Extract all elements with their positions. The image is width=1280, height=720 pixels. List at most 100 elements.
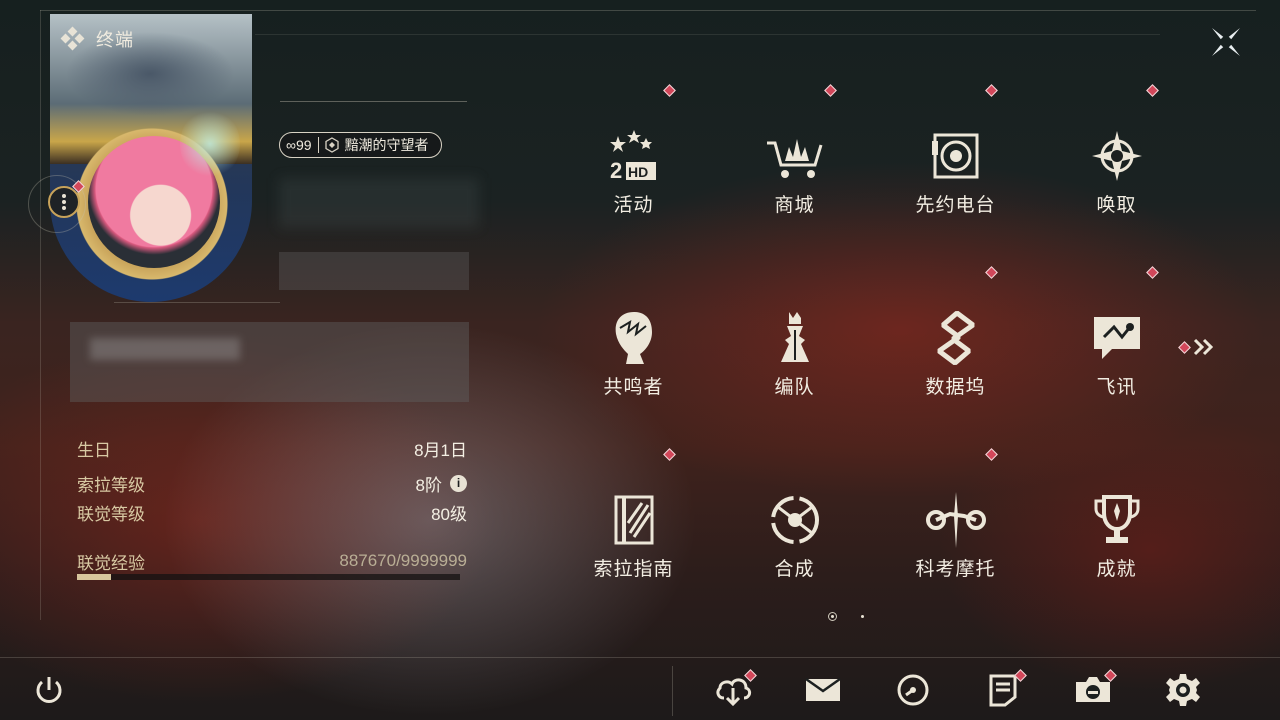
message-chat-icon	[1085, 306, 1149, 370]
svg-text:HD: HD	[628, 164, 648, 180]
notification-badge	[985, 84, 998, 97]
close-button[interactable]	[1206, 22, 1246, 62]
mail-icon	[805, 677, 841, 701]
page-title: 终端	[96, 30, 134, 50]
frame-top-line	[40, 10, 1256, 11]
frame-inner-line	[255, 34, 1160, 35]
more-vertical-icon	[62, 194, 66, 210]
notification-badge	[663, 84, 676, 97]
menu-label: 索拉指南	[593, 559, 674, 580]
bottom-bar-divider	[0, 657, 1280, 658]
menu-tile-message[interactable]: 飞讯	[1036, 266, 1197, 450]
menu-label: 先约电台	[915, 195, 996, 216]
menu-tile-resonator[interactable]: 共鸣者	[553, 270, 714, 450]
event-2hd-icon: 2 HD	[602, 124, 666, 188]
cloud-download-icon	[716, 678, 752, 706]
name-underline	[280, 101, 467, 102]
blurred-signature-text	[90, 338, 240, 360]
profile-badge[interactable]: ∞99 黯潮的守望者	[279, 132, 442, 158]
title-badge: 黯潮的守望者	[344, 137, 429, 153]
badge-separator	[317, 137, 319, 153]
menu-label: 共鸣者	[603, 377, 664, 398]
convene-star-icon	[1085, 124, 1149, 188]
trophy-icon	[1085, 488, 1149, 552]
stat-sola-level: 索拉等级 8阶 i	[77, 471, 467, 495]
next-page-button[interactable]	[1178, 338, 1215, 356]
notice-button[interactable]	[984, 669, 1027, 709]
menu-label: 商城	[774, 195, 815, 216]
stat-union-level: 联觉等级 80级	[77, 500, 467, 524]
bottom-bar-separator	[672, 666, 673, 716]
clock-icon	[897, 674, 929, 706]
stat-value-group: 8阶 i	[416, 471, 467, 496]
download-button[interactable]	[714, 669, 757, 709]
notification-badge	[985, 448, 998, 461]
exp-progress-fill	[77, 574, 111, 580]
frame-left-line	[40, 10, 41, 620]
blurred-signature	[70, 322, 469, 402]
level-badge: ∞99	[286, 137, 312, 153]
synthesis-icon	[763, 488, 827, 552]
shop-cart-icon	[763, 124, 827, 188]
menu-tile-radio[interactable]: 先约电台	[875, 84, 1036, 268]
menu-tile-motorcycle[interactable]: 科考摩托	[875, 448, 1036, 632]
exp-value: 887670/9999999	[339, 551, 467, 570]
camera-button[interactable]	[1074, 669, 1117, 709]
notification-badge	[663, 448, 676, 461]
menu-label: 飞讯	[1096, 377, 1137, 398]
resonator-head-icon	[602, 306, 666, 370]
title-emblem-icon	[324, 137, 339, 153]
page-dot[interactable]	[861, 615, 864, 618]
menu-label: 成就	[1096, 559, 1137, 580]
notification-badge	[1146, 266, 1159, 279]
menu-tile-data-dock[interactable]: 数据坞	[875, 266, 1036, 450]
notification-badge	[1178, 340, 1191, 354]
guidebook-icon	[602, 488, 666, 552]
notification-badge	[1146, 84, 1159, 97]
menu-tile-event[interactable]: 2 HD 活动	[553, 84, 714, 268]
stat-value: 8阶	[415, 475, 442, 495]
decor-line	[114, 302, 280, 303]
power-icon	[36, 677, 62, 703]
menu-tile-convene[interactable]: 唤取	[1036, 84, 1197, 268]
double-chevron-right-icon	[1193, 338, 1214, 356]
menu-label: 科考摩托	[915, 559, 996, 580]
notification-badge	[985, 266, 998, 279]
svg-text:2: 2	[610, 158, 622, 183]
settings-button[interactable]	[1164, 671, 1202, 709]
power-button[interactable]	[30, 671, 68, 709]
data-dock-icon	[924, 306, 988, 370]
blurred-id	[279, 252, 469, 290]
radio-disc-icon	[924, 124, 988, 188]
page-dot-active[interactable]	[828, 612, 837, 621]
stat-union-exp: 联觉经验 887670/9999999	[77, 549, 467, 573]
terminal-title: 终端	[60, 26, 134, 52]
exp-progress-bar	[77, 574, 460, 580]
avatar-menu-button[interactable]	[48, 186, 80, 218]
menu-label: 活动	[613, 195, 654, 216]
stat-birthday: 生日 8月1日	[77, 436, 467, 460]
mail-button[interactable]	[804, 671, 842, 709]
terminal-diamond-icon	[60, 26, 85, 51]
time-button[interactable]	[894, 671, 932, 709]
stat-value: 8月1日	[414, 440, 467, 460]
team-chess-icon	[763, 306, 827, 370]
menu-tile-guidebook[interactable]: 索拉指南	[553, 448, 714, 632]
stat-value: 80级	[431, 504, 467, 524]
menu-tile-shop[interactable]: 商城	[714, 84, 875, 268]
stat-label: 索拉等级	[77, 475, 145, 495]
avatar-glow	[180, 109, 240, 179]
stat-label: 联觉等级	[77, 504, 145, 524]
exp-label: 联觉经验	[77, 553, 145, 573]
menu-tile-synthesis[interactable]: 合成	[714, 452, 875, 632]
close-icon	[1212, 28, 1240, 56]
menu-tile-team[interactable]: 编队	[714, 270, 875, 450]
info-icon[interactable]: i	[450, 474, 467, 492]
menu-label: 编队	[774, 377, 815, 398]
settings-gear-icon	[1166, 674, 1200, 706]
blurred-name	[279, 178, 479, 228]
menu-label: 合成	[774, 559, 815, 580]
menu-tile-achievement[interactable]: 成就	[1036, 452, 1197, 632]
avatar-card[interactable]	[50, 14, 252, 302]
menu-label: 数据坞	[925, 377, 986, 398]
